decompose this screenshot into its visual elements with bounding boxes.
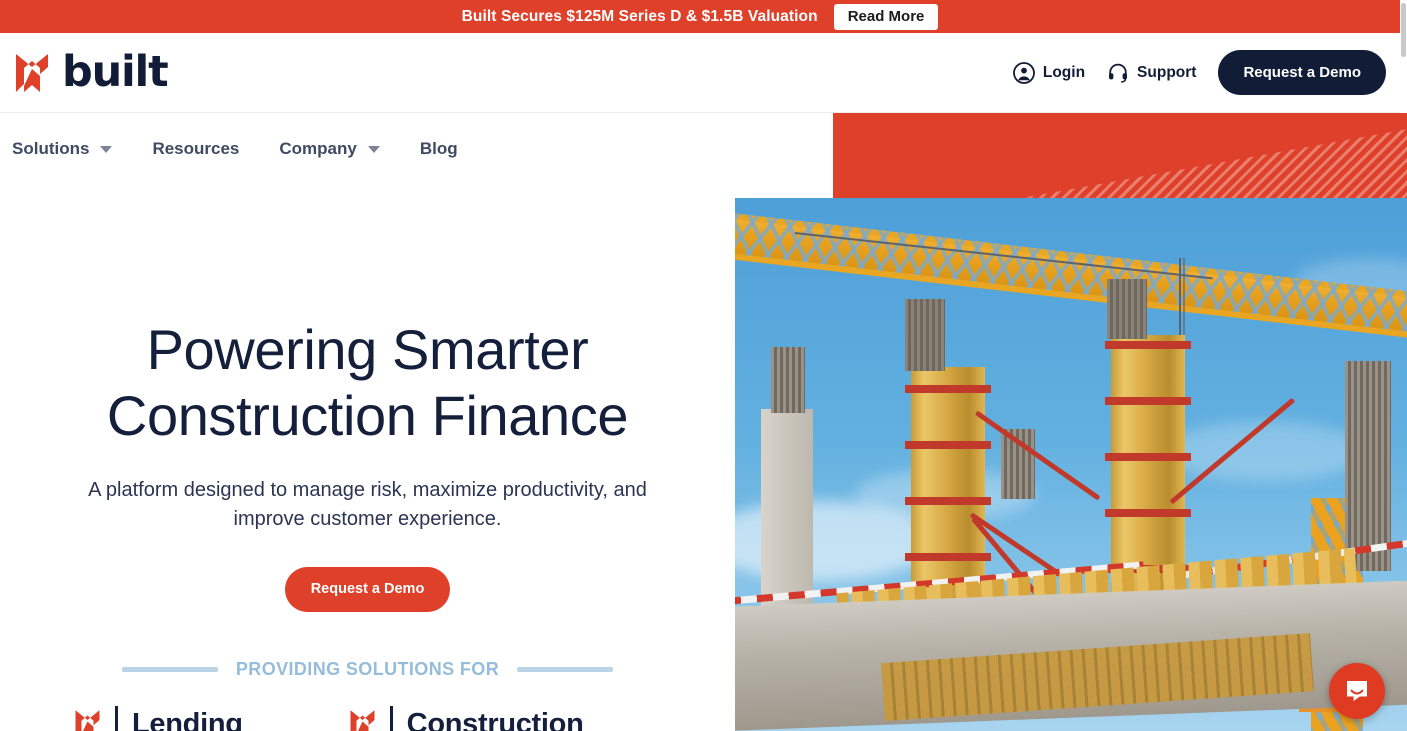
providing-solutions-header: PROVIDING SOLUTIONS FOR <box>118 659 618 680</box>
nav-item-blog[interactable]: Blog <box>420 139 458 159</box>
headset-icon <box>1109 63 1128 83</box>
user-circle-icon <box>1012 61 1035 84</box>
main-navigation: Solutions Resources Company Blog <box>0 114 833 184</box>
built-chevron-mark-icon <box>75 710 100 731</box>
built-logo[interactable]: built <box>14 47 169 97</box>
scrollbar-thumb[interactable] <box>1401 3 1406 57</box>
chevron-down-icon <box>367 146 380 153</box>
providing-solutions-label: PROVIDING SOLUTIONS FOR <box>235 658 500 679</box>
announcement-text: Built Secures $125M Series D & $1.5B Val… <box>461 7 818 25</box>
cloud <box>1165 421 1365 481</box>
hero-construction-photo <box>735 198 1407 731</box>
login-link[interactable]: Login <box>1012 61 1086 84</box>
concrete-column <box>761 409 813 619</box>
hero-title-line1: Powering Smarter <box>146 318 589 381</box>
solution-label-construction: Construction <box>406 708 584 731</box>
site-header: built Login Support Request a Demo <box>0 33 1400 113</box>
solution-item-lending[interactable]: Lending <box>74 705 243 731</box>
hero-subtitle: A platform designed to manage risk, maxi… <box>88 479 647 530</box>
rebar-bundle <box>771 347 805 413</box>
header-request-demo-button[interactable]: Request a Demo <box>1218 50 1386 95</box>
rebar-bundle <box>905 299 945 371</box>
divider-rule-left <box>121 666 218 672</box>
built-chevron-mark-icon <box>16 53 48 92</box>
vertical-divider <box>389 705 393 731</box>
rebar-bundle <box>1107 279 1147 339</box>
red-hatch-decoration <box>833 113 1407 203</box>
support-link[interactable]: Support <box>1107 62 1196 84</box>
login-label: Login <box>1042 63 1086 81</box>
solution-item-construction[interactable]: Construction <box>349 705 584 731</box>
rebar-bundle <box>1345 361 1391 571</box>
nav-label-resources: Resources <box>152 139 240 158</box>
nav-item-list: Solutions Resources Company Blog <box>12 139 498 159</box>
built-logo-text: built <box>62 47 169 97</box>
support-label: Support <box>1137 63 1197 81</box>
solution-items-list: Lending Construction <box>0 705 735 731</box>
nav-label-solutions: Solutions <box>12 139 90 158</box>
nav-label-company: Company <box>279 139 357 158</box>
page-title: Powering Smarter Construction Finance <box>106 317 629 449</box>
diagonal-hatch-pattern <box>993 129 1407 203</box>
hero-title-line2: Construction Finance <box>106 384 629 447</box>
chevron-down-icon <box>100 146 113 153</box>
nav-item-solutions[interactable]: Solutions <box>12 139 120 159</box>
intercom-chat-bubble-icon <box>1347 681 1367 701</box>
announcement-banner: Built Secures $125M Series D & $1.5B Val… <box>0 0 1400 33</box>
nav-item-company[interactable]: Company <box>279 139 387 159</box>
page-root: Built Secures $125M Series D & $1.5B Val… <box>0 0 1407 731</box>
header-actions: Login Support Request a Demo <box>1012 50 1386 95</box>
hero-content: Powering Smarter Construction Finance A … <box>0 184 735 731</box>
intercom-chat-launcher[interactable] <box>1329 663 1385 719</box>
vertical-divider <box>115 705 118 731</box>
read-more-button[interactable]: Read More <box>833 3 939 30</box>
nav-label-blog: Blog <box>419 139 458 158</box>
page-scrollbar[interactable] <box>1400 0 1407 731</box>
hero-request-demo-button[interactable]: Request a Demo <box>284 567 451 612</box>
nav-item-resources[interactable]: Resources <box>152 139 239 159</box>
built-chevron-mark-icon <box>350 710 375 731</box>
solution-label-lending: Lending <box>132 708 243 731</box>
divider-rule-right <box>517 666 614 672</box>
